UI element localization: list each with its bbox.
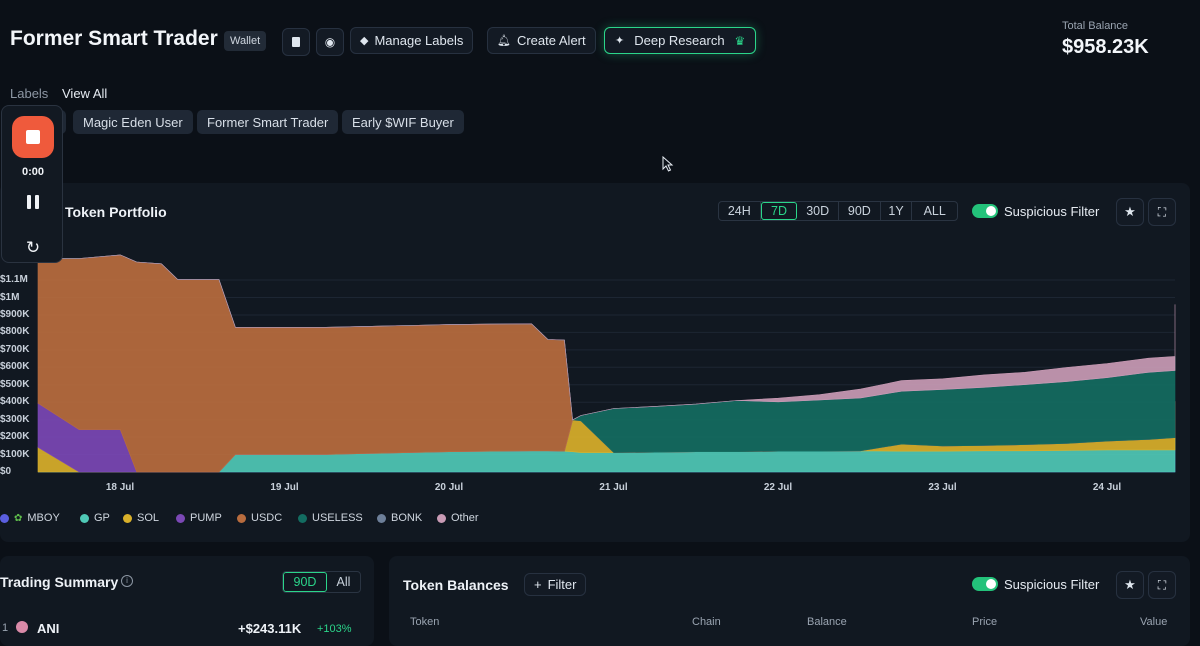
summary-row-rank: 1 [2, 622, 9, 634]
balances-fullscreen-button[interactable]: ⛶ [1148, 571, 1176, 599]
legend-label: USELESS [312, 512, 363, 524]
pause-icon [27, 195, 31, 209]
restart-icon: ↻ [25, 238, 41, 257]
pause-icon [35, 195, 39, 209]
column-header-token[interactable]: Token [410, 616, 439, 628]
expand-icon: ⛶ [1157, 577, 1167, 592]
column-header-chain[interactable]: Chain [692, 616, 721, 628]
balances-favorite-button[interactable]: ★ [1116, 571, 1144, 599]
column-header-price[interactable]: Price [972, 616, 997, 628]
legend-dot [377, 513, 386, 523]
legend-item-useless[interactable]: USELESS [298, 512, 363, 524]
legend-label: Other [451, 512, 479, 524]
summary-range-selector: 90D All [282, 571, 361, 593]
legend-item-bonk[interactable]: BONK [377, 512, 422, 524]
sprout-icon: ✿ [14, 512, 23, 524]
plus-icon: + [534, 577, 542, 592]
legend-label: SOL [137, 512, 160, 524]
column-header-value[interactable]: Value [1140, 616, 1167, 628]
mouse-cursor-icon [662, 156, 674, 172]
summary-range-all[interactable]: All [327, 572, 360, 592]
legend-label: USDC [251, 512, 283, 524]
filter-button[interactable]: + Filter [524, 573, 587, 596]
token-balances-panel [389, 556, 1190, 646]
balances-suspicious-toggle[interactable] [972, 577, 998, 591]
balances-suspicious-label: Suspicious Filter [1004, 577, 1100, 592]
screen-recorder: 0:00 ↻ [1, 105, 63, 263]
summary-row-token: ANI [37, 621, 60, 636]
column-header-balance[interactable]: Balance [807, 616, 847, 628]
legend-dot [237, 513, 246, 523]
legend-label: GP [94, 512, 110, 524]
record-timer: 0:00 [21, 166, 45, 178]
token-avatar [16, 621, 28, 633]
stop-record-button[interactable] [12, 116, 54, 158]
legend-dot [437, 513, 446, 523]
legend-item-sol[interactable]: SOL [123, 512, 159, 524]
portfolio-chart [37, 254, 1176, 473]
legend-dot [123, 513, 132, 523]
summary-range-90d[interactable]: 90D [283, 572, 327, 592]
legend-dot [176, 513, 185, 523]
trading-summary-title: Trading Summary [0, 574, 119, 590]
legend-label: BONK [391, 512, 423, 524]
info-icon[interactable]: i [121, 575, 133, 587]
legend-item-pump[interactable]: PUMP [176, 512, 222, 524]
star-icon: ★ [1124, 577, 1136, 592]
legend-dot [80, 513, 89, 523]
legend-item-usdc[interactable]: USDC [237, 512, 282, 524]
legend-dot [0, 513, 9, 523]
restart-button[interactable]: ↻ [21, 238, 45, 258]
legend-dot [298, 513, 307, 523]
legend-label: PUMP [190, 512, 222, 524]
summary-row-value: +$243.11K [238, 621, 302, 636]
legend-item-other[interactable]: Other [437, 512, 479, 524]
stop-icon [26, 130, 40, 144]
legend-item-mboy[interactable]: ✿ MBOY [0, 512, 60, 524]
legend-item-gp[interactable]: GP [80, 512, 110, 524]
summary-row-change: +103% [317, 623, 352, 635]
legend-label: MBOY [27, 512, 60, 524]
token-balances-title: Token Balances [403, 577, 509, 593]
pause-button[interactable] [23, 192, 43, 212]
filter-label: Filter [547, 577, 577, 592]
